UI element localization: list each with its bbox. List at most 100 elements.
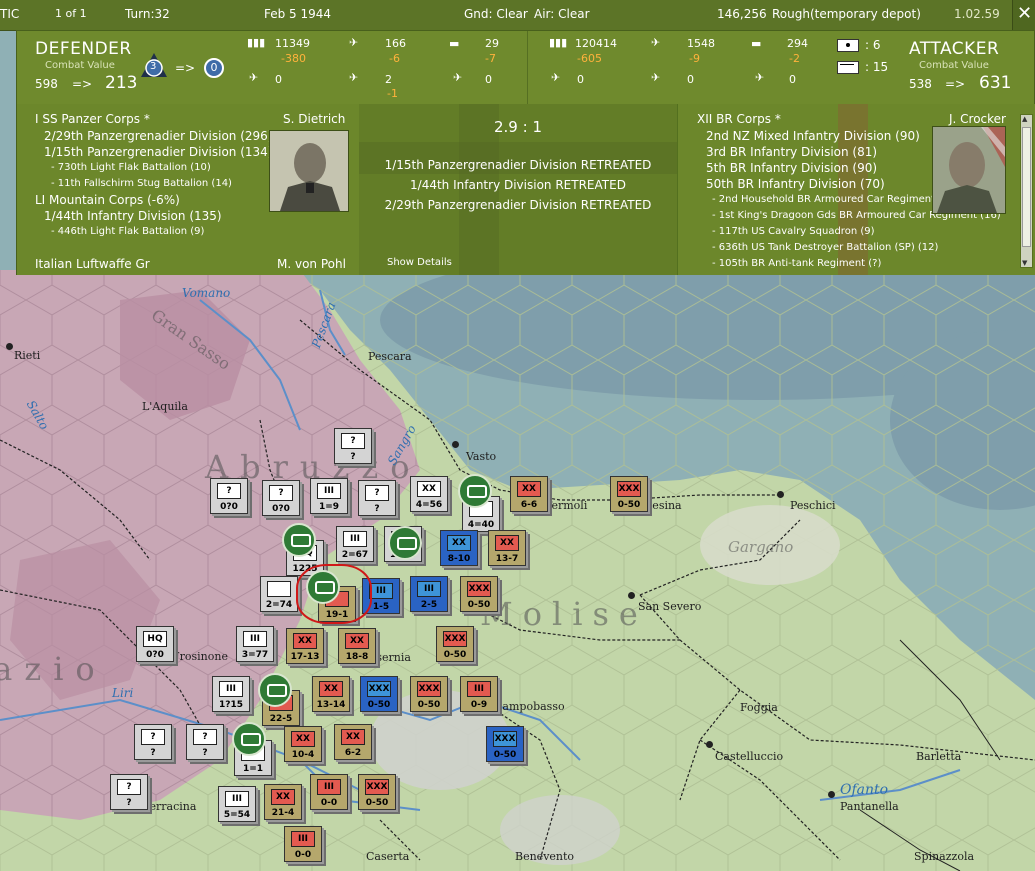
city-isernia[interactable]: Isernia [372,651,411,664]
attacker-battalion[interactable]: - 636th US Tank Destroyer Battalion (SP)… [712,242,938,253]
close-button[interactable]: ✕ [1012,0,1035,30]
unit-counter[interactable]: XX 6-6 [510,476,548,512]
unit-strength: 0-50 [367,700,391,710]
defender-corps-3[interactable]: Italian Luftwaffe Gr [35,257,150,269]
attacker-battalion[interactable]: - 105th BR Anti-tank Regiment (?) [712,258,881,268]
unit-counter[interactable]: XX 13-14 [312,676,350,712]
defender-division[interactable]: 1/15th Panzergrenadier Division (134) [44,145,272,159]
unit-counter[interactable]: XX 4=56 [410,476,448,512]
unit-strength: 1=9 [318,502,340,512]
unit-counter[interactable]: III 1=9 [310,478,348,514]
result-line-2: 1/44th Infantry Division RETREATED [410,178,626,192]
unit-counter[interactable]: III 3=77 [236,626,274,662]
attacker-battalion[interactable]: - 117th US Cavalry Squadron (9) [712,226,875,237]
unit-type-symbol: III [343,531,367,547]
attacker-leader-portrait [932,126,1006,214]
unit-counter[interactable]: III 5=54 [218,786,256,822]
unit-counter[interactable]: XX 21-4 [264,784,302,820]
city-dot-castelluccio [706,741,713,748]
unit-counter[interactable]: XXX 0-50 [460,576,498,612]
unit-counter[interactable]: ?? [334,428,372,464]
unit-counter[interactable]: XXX 0-50 [410,676,448,712]
unit-counter[interactable]: ? 0?0 [262,480,300,516]
unit-roundel-3[interactable] [388,526,422,560]
unit-counter[interactable]: III 0-0 [284,826,322,862]
unit-counter[interactable]: XX 13-7 [488,530,526,566]
units-scrollbar[interactable]: ▲ ▼ [1020,114,1033,268]
city-laquila[interactable]: L'Aquila [142,400,188,413]
city-vasto[interactable]: Vasto [466,450,496,463]
city-foggia[interactable]: Foggia [740,701,778,714]
defender-corps-2[interactable]: LI Mountain Corps (-6%) [35,193,180,207]
defender-division[interactable]: 2/29th Panzergrenadier Division (296) [44,129,272,143]
show-details-link[interactable]: Show Details [387,257,452,268]
unit-counter[interactable]: XX 10-4 [284,726,322,762]
unit-type-symbol: XX [447,535,471,551]
unit-counter[interactable]: 2=74 [260,576,298,612]
city-san-severo[interactable]: San Severo [638,600,701,613]
unit-counter[interactable]: XXX 0-50 [358,774,396,810]
unit-counter[interactable]: XXX 0-50 [486,726,524,762]
city-pescara[interactable]: Pescara [368,350,412,363]
unit-counter[interactable]: XX 8-10 [440,530,478,566]
city-peschici[interactable]: Peschici [790,499,836,512]
unit-type-symbol: HQ [143,631,167,647]
defender-battalion[interactable]: - 730th Light Flak Battalion (10) [51,162,211,173]
attacker-division[interactable]: 2nd NZ Mixed Infantry Division (90) [706,129,920,143]
unit-roundel-5[interactable] [232,722,266,756]
unit-counter[interactable]: ?? [186,724,224,760]
unit-counter[interactable]: III 2=67 [336,526,374,562]
defender-battalion[interactable]: - 11th Fallschirm Stug Battalion (14) [51,178,232,189]
city-lesina[interactable]: Lesina [645,499,682,512]
unit-counter[interactable]: XX 6-2 [334,724,372,760]
city-spinazzola[interactable]: Spinazzola [914,850,974,863]
city-castelluccio[interactable]: Castelluccio [715,750,783,763]
city-caserta[interactable]: Caserta [366,850,409,863]
unit-counter[interactable]: ? 0?0 [210,478,248,514]
city-frosinone[interactable]: Frosinone [172,650,228,663]
unit-roundel-2[interactable] [282,523,316,557]
unit-counter[interactable]: XX 18-8 [338,628,376,664]
unit-counter[interactable]: XX 17-13 [286,628,324,664]
unit-type-symbol: III [291,831,315,847]
attacker-division[interactable]: 50th BR Infantry Division (70) [706,177,885,191]
attacker-leader: J. Crocker [949,112,1006,126]
city-benevento[interactable]: Benevento [515,850,574,863]
scroll-down-arrow[interactable]: ▼ [1022,259,1027,267]
defender-corps-1[interactable]: I SS Panzer Corps * [35,112,150,126]
attacker-tanks-loss: -2 [789,52,800,65]
scroll-up-arrow[interactable]: ▲ [1022,115,1027,123]
unit-counter[interactable]: ?? [110,774,148,810]
unit-counter[interactable]: ?? [134,724,172,760]
city-campobasso[interactable]: Campobasso [494,700,565,713]
defender-leader-3: M. von Pohl [277,257,346,269]
city-terracina[interactable]: Terracina [143,800,196,813]
unit-counter[interactable]: ?? [358,480,396,516]
city-pantanella[interactable]: Pantanella [840,800,899,813]
city-termoli[interactable]: Termoli [545,499,587,512]
unit-type-symbol: ? [193,729,217,745]
unit-counter[interactable]: III 0-9 [460,676,498,712]
city-rieti[interactable]: Rieti [14,349,40,362]
unit-counter[interactable]: III 2-5 [410,576,448,612]
unit-counter[interactable]: III 1?15 [212,676,250,712]
unit-counter[interactable]: XXX 0-50 [610,476,648,512]
attacker-corps[interactable]: XII BR Corps * [697,112,781,126]
unit-counter[interactable]: HQ 0?0 [136,626,174,662]
attacker-division[interactable]: 5th BR Infantry Division (90) [706,161,877,175]
defender-battalion[interactable]: - 446th Light Flak Battalion (9) [51,226,204,237]
attacker-division[interactable]: 3rd BR Infantry Division (81) [706,145,877,159]
attacker-battalion[interactable]: - 2nd Household BR Armoured Car Regiment… [712,194,959,205]
unit-type-symbol: XXX [467,581,491,597]
unit-counter[interactable]: XXX 0-50 [436,626,474,662]
unit-counter[interactable]: III 0-0 [310,774,348,810]
defender-division[interactable]: 1/44th Infantry Division (135) [44,209,222,223]
scroll-thumb[interactable] [1022,127,1031,247]
unit-counter[interactable]: XXX 0-50 [360,676,398,712]
city-barletta[interactable]: Barletta [916,750,961,763]
unit-roundel-1[interactable] [458,474,492,508]
unit-strength: 5=54 [223,810,251,820]
fighter-icon: ✈ [651,36,661,49]
selected-unit-roundel[interactable] [306,570,340,604]
unit-roundel-4[interactable] [258,673,292,707]
